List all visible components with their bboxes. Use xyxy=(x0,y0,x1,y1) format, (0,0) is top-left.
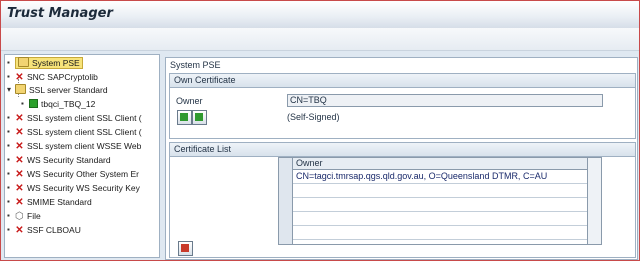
export-icon xyxy=(195,113,203,121)
bullet-icon: ▪ xyxy=(7,197,10,206)
certificate-table[interactable]: Owner CN=tagci.tmrsap.qgs.qld.gov.au, O=… xyxy=(278,157,602,245)
table-row[interactable]: CN=tagci.tmrsap.qgs.qld.gov.au, O=Queens… xyxy=(293,170,587,184)
tree-item-label: System PSE xyxy=(32,58,80,68)
x-icon: ✕ xyxy=(15,113,24,124)
import-icon xyxy=(180,113,188,121)
x-icon: ✕ xyxy=(15,127,24,138)
tree-item-label: SSL server Standard xyxy=(29,85,108,95)
tree-item-label: WS Security Other System Er xyxy=(27,169,139,179)
tree-item-tbqci-tbq-12[interactable]: ▪ tbqci_TBQ_12 xyxy=(21,98,96,110)
x-icon: ✕ xyxy=(15,72,24,83)
x-icon: ✕ xyxy=(15,225,24,236)
group-title: Certificate List xyxy=(170,143,635,157)
delete-icon xyxy=(181,244,189,252)
bullet-icon: ▪ xyxy=(21,99,24,108)
bullet-icon: ▪ xyxy=(7,72,10,81)
own-certificate-group: Own Certificate Owner CN=TBQ (Self-Signe… xyxy=(169,73,636,139)
table-row[interactable] xyxy=(293,226,587,240)
tree-item-label: SNC SAPCryptolib xyxy=(27,72,98,82)
owner-field[interactable]: CN=TBQ xyxy=(287,94,603,107)
table-row[interactable] xyxy=(293,198,587,212)
pse-tree[interactable]: ▪ System PSE ▪ ✕ SNC SAPCryptolib ▾ SSL s… xyxy=(4,54,160,258)
bullet-icon: ▪ xyxy=(7,58,10,67)
export-certificate-button[interactable] xyxy=(192,110,207,125)
tree-item-ssl-client-wsse[interactable]: ▪ ✕ SSL system client WSSE Web xyxy=(7,140,142,152)
tree-item-label: File xyxy=(27,211,41,221)
title-bar: Trust Manager xyxy=(1,1,639,29)
window-title: Trust Manager xyxy=(7,6,113,21)
tree-item-label: SSL system client SSL Client ( xyxy=(27,113,142,123)
tree-item-label: tbqci_TBQ_12 xyxy=(41,99,96,109)
tree-item-ws-security-key[interactable]: ▪ ✕ WS Security WS Security Key xyxy=(7,182,140,194)
tree-item-label: SSL system client SSL Client ( xyxy=(27,127,142,137)
bullet-icon: ▪ xyxy=(7,169,10,178)
folder-icon xyxy=(15,84,26,94)
bullet-icon: ▪ xyxy=(7,127,10,136)
tree-item-label: SSL system client WSSE Web xyxy=(27,141,142,151)
tree-item-snc-sapcryptolib[interactable]: ▪ ✕ SNC SAPCryptolib xyxy=(7,71,98,83)
column-owner[interactable]: Owner xyxy=(296,158,323,169)
tree-item-ssl-server-standard[interactable]: ▾ SSL server Standard xyxy=(7,84,108,96)
tree-item-ws-security-standard[interactable]: ▪ ✕ WS Security Standard xyxy=(7,154,111,166)
owner-label: Owner xyxy=(176,96,203,106)
x-icon: ✕ xyxy=(15,197,24,208)
delete-certificate-button[interactable] xyxy=(178,241,193,256)
tree-item-highlight: System PSE xyxy=(15,57,83,69)
bullet-icon: ▪ xyxy=(7,183,10,192)
vertical-scrollbar[interactable] xyxy=(587,158,601,244)
table-row[interactable] xyxy=(293,212,587,226)
tree-item-ssf-clboau[interactable]: ▪ ✕ SSF CLBOAU xyxy=(7,224,81,236)
owner-cell: CN=tagci.tmrsap.qgs.qld.gov.au, O=Queens… xyxy=(296,171,548,181)
certificate-list-group: Certificate List Owner CN=tagci.tmrsap.q… xyxy=(169,142,636,258)
tree-item-ssl-client-2[interactable]: ▪ ✕ SSL system client SSL Client ( xyxy=(7,126,142,138)
table-header: Owner xyxy=(279,158,601,170)
bullet-icon: ▪ xyxy=(7,113,10,122)
x-icon: ✕ xyxy=(15,169,24,180)
x-icon: ✕ xyxy=(15,155,24,166)
tree-item-smime-standard[interactable]: ▪ ✕ SMIME Standard xyxy=(7,196,92,208)
import-certificate-button[interactable] xyxy=(177,110,192,125)
toolbar xyxy=(1,28,639,51)
tree-item-file[interactable]: ▪ ⬡ File xyxy=(7,210,41,222)
tree-item-label: SMIME Standard xyxy=(27,197,92,207)
group-title: Own Certificate xyxy=(170,74,635,88)
tree-item-ssl-client-1[interactable]: ▪ ✕ SSL system client SSL Client ( xyxy=(7,112,142,124)
green-square-icon xyxy=(29,99,38,108)
tree-item-label: WS Security WS Security Key xyxy=(27,183,140,193)
bullet-icon: ▪ xyxy=(7,211,10,220)
bullet-icon: ▪ xyxy=(7,225,10,234)
expand-icon[interactable]: ▾ xyxy=(7,84,11,96)
x-icon: ✕ xyxy=(15,141,24,152)
system-pse-panel: System PSE Own Certificate Owner CN=TBQ … xyxy=(165,57,638,260)
bullet-icon: ▪ xyxy=(7,141,10,150)
table-row[interactable] xyxy=(293,184,587,198)
x-icon: ✕ xyxy=(15,183,24,194)
bullet-icon: ▪ xyxy=(7,155,10,164)
folder-icon xyxy=(18,57,29,67)
tree-item-label: SSF CLBOAU xyxy=(27,225,81,235)
tree-item-system-pse[interactable]: ▪ System PSE xyxy=(7,57,83,69)
tree-item-ws-security-other[interactable]: ▪ ✕ WS Security Other System Er xyxy=(7,168,139,180)
row-selector-column[interactable] xyxy=(279,158,293,244)
gear-icon: ⬡ xyxy=(15,211,24,222)
self-signed-text: (Self-Signed) xyxy=(287,112,340,122)
panel-title: System PSE xyxy=(170,60,221,70)
tree-item-label: WS Security Standard xyxy=(27,155,111,165)
